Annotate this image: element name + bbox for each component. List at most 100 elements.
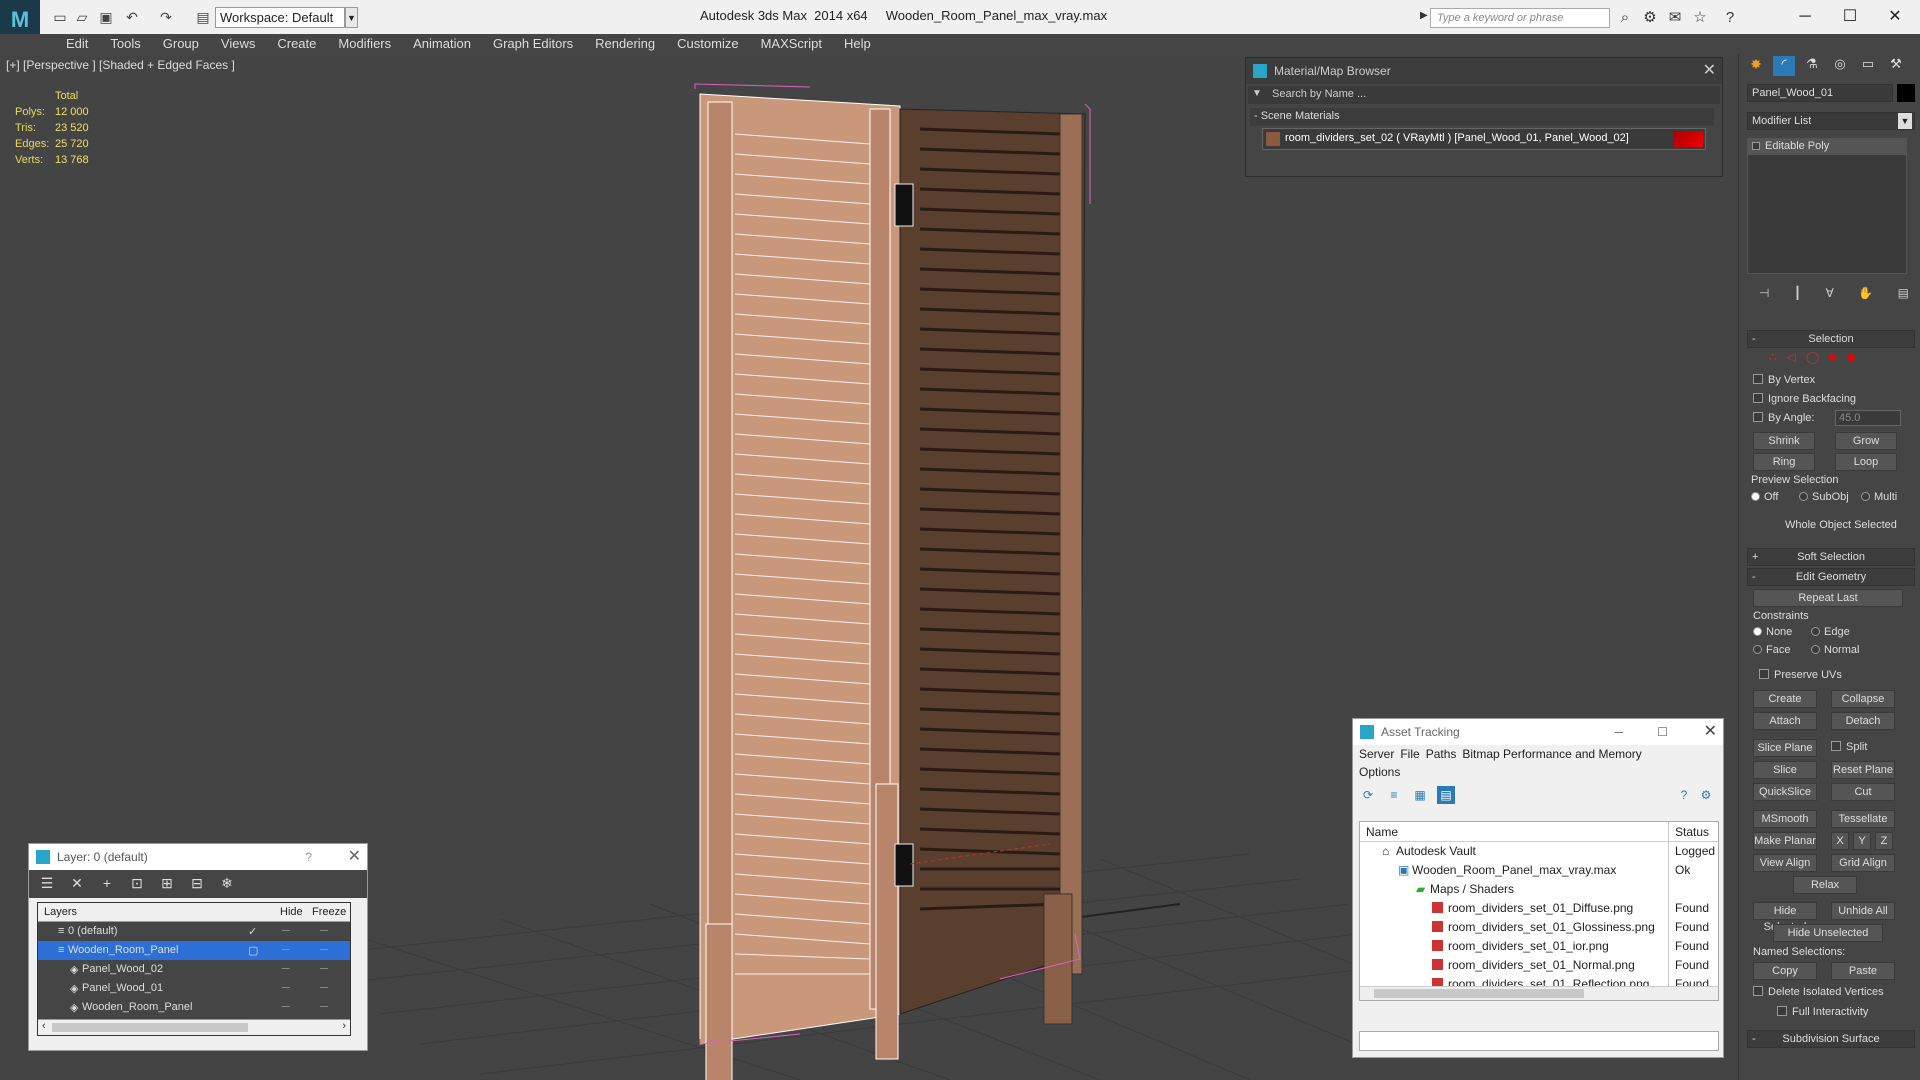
material-browser-titlebar[interactable]: Material/Map Browser ✕ xyxy=(1246,58,1722,84)
scroll-right-icon[interactable]: › xyxy=(342,1020,346,1032)
preview-subobj-radio[interactable]: SubObj xyxy=(1799,491,1849,503)
by-angle-checkbox[interactable]: By Angle: xyxy=(1753,412,1814,424)
scene-materials-header[interactable]: - Scene Materials xyxy=(1250,108,1714,126)
menu-group[interactable]: Group xyxy=(152,34,210,54)
menu-create[interactable]: Create xyxy=(266,34,327,54)
border-icon[interactable]: ◯ xyxy=(1806,350,1819,366)
layer-row[interactable]: ◈ Panel_Wood_02 ─ ─ xyxy=(38,960,350,979)
minimize-icon[interactable]: ─ xyxy=(1785,4,1825,30)
new-file-icon[interactable]: ▭ xyxy=(50,8,70,26)
object-name-field[interactable]: Panel_Wood_01 xyxy=(1747,84,1893,102)
close-icon[interactable]: ✕ xyxy=(1703,58,1716,84)
collapse-button[interactable]: Collapse xyxy=(1831,690,1895,708)
menu-help[interactable]: Help xyxy=(833,34,882,54)
freeze-toggle[interactable]: ─ xyxy=(320,944,328,956)
rollout-selection[interactable]: - Selection xyxy=(1747,330,1915,348)
workspace-dropdown[interactable]: Workspace: Default xyxy=(215,7,345,28)
hide-all-icon[interactable]: ⊟ xyxy=(187,875,207,893)
table-row[interactable]: room_dividers_set_01_Normal.png Found xyxy=(1360,956,1718,975)
hide-unselected-button[interactable]: Hide Unselected xyxy=(1773,924,1883,942)
edge-icon[interactable]: ◁ xyxy=(1787,350,1796,366)
col-layers[interactable]: Layers xyxy=(44,906,77,918)
repeat-last-button[interactable]: Repeat Last xyxy=(1753,589,1903,607)
hide-selected-button[interactable]: Hide Selected xyxy=(1753,902,1817,933)
hide-toggle[interactable]: ─ xyxy=(282,982,290,994)
col-freeze[interactable]: Freeze xyxy=(312,906,346,918)
object-color-swatch[interactable] xyxy=(1897,84,1915,102)
make-unique-icon[interactable]: ∀ xyxy=(1826,286,1834,302)
preserve-uvs-checkbox[interactable]: Preserve UVs xyxy=(1759,669,1842,681)
menu-paths[interactable]: Paths xyxy=(1426,745,1463,765)
freeze-toggle[interactable]: ─ xyxy=(320,1001,328,1013)
cut-button[interactable]: Cut xyxy=(1831,783,1895,801)
scrollbar-thumb[interactable] xyxy=(52,1023,248,1032)
slice-button[interactable]: Slice xyxy=(1753,761,1817,779)
vertex-icon[interactable]: ∴ xyxy=(1769,350,1777,366)
element-icon[interactable]: ◆ xyxy=(1847,350,1856,366)
thumbnail-view-icon[interactable]: ▦ xyxy=(1411,786,1429,804)
ignore-backfacing-checkbox[interactable]: Ignore Backfacing xyxy=(1753,393,1856,405)
menu-tools[interactable]: Tools xyxy=(99,34,151,54)
chevron-down-icon[interactable]: ▼ xyxy=(1898,113,1912,129)
layer-row[interactable]: ◈ Wooden_Room_Panel ─ ─ xyxy=(38,998,350,1017)
stack-item-editable-poly[interactable]: Editable Poly xyxy=(1748,139,1906,155)
modify-tab-icon[interactable]: ◜ xyxy=(1773,56,1795,76)
col-hide[interactable]: Hide xyxy=(280,906,303,918)
search-input[interactable]: Type a keyword or phrase xyxy=(1430,8,1610,28)
by-vertex-checkbox[interactable]: By Vertex xyxy=(1753,374,1815,386)
relax-button[interactable]: Relax xyxy=(1793,876,1857,894)
list-view-icon[interactable]: ≡ xyxy=(1385,786,1403,804)
tessellate-button[interactable]: Tessellate xyxy=(1831,810,1895,828)
scrollbar-thumb[interactable] xyxy=(1374,989,1584,998)
table-row[interactable]: room_dividers_set_01_ior.png Found xyxy=(1360,937,1718,956)
select-objects-icon[interactable]: ⊡ xyxy=(127,875,147,893)
horizontal-scrollbar[interactable] xyxy=(1360,986,1718,1000)
project-folder-icon[interactable]: ▤ xyxy=(193,8,213,26)
material-item[interactable]: room_dividers_set_02 ( VRayMtl ) [Panel_… xyxy=(1262,128,1706,150)
shrink-button[interactable]: Shrink xyxy=(1753,432,1815,450)
display-tab-icon[interactable]: ▭ xyxy=(1857,56,1879,76)
menu-options[interactable]: Options xyxy=(1353,765,1723,783)
split-checkbox[interactable]: Split xyxy=(1831,741,1867,753)
paste-button[interactable]: Paste xyxy=(1831,962,1895,980)
menu-bitmap-performance[interactable]: Bitmap Performance and Memory xyxy=(1462,745,1647,765)
copy-button[interactable]: Copy xyxy=(1753,962,1817,980)
utilities-tab-icon[interactable]: ⚒ xyxy=(1885,56,1907,76)
freeze-toggle[interactable]: ─ xyxy=(320,925,328,937)
hide-toggle[interactable]: ─ xyxy=(282,944,290,956)
layer-row-selected[interactable]: ≡ Wooden_Room_Panel ▢ ─ ─ xyxy=(38,941,350,960)
col-name[interactable]: Name xyxy=(1366,825,1398,839)
motion-tab-icon[interactable]: ◎ xyxy=(1829,56,1851,76)
menu-server[interactable]: Server xyxy=(1359,745,1400,765)
close-icon[interactable]: ✕ xyxy=(1875,4,1915,30)
expand-arrow-icon[interactable]: ▶ xyxy=(1420,10,1428,21)
freeze-toggle[interactable]: ─ xyxy=(320,982,328,994)
undo-icon[interactable]: ↶ xyxy=(122,8,142,26)
menu-animation[interactable]: Animation xyxy=(402,34,482,54)
menu-modifiers[interactable]: Modifiers xyxy=(327,34,402,54)
horizontal-scrollbar[interactable]: ‹ › xyxy=(38,1019,350,1035)
checkmark-icon[interactable]: ✓ xyxy=(248,925,257,938)
binoculars-icon[interactable]: ⌕ xyxy=(1615,8,1635,28)
hide-toggle[interactable]: ─ xyxy=(282,1001,290,1013)
freeze-toggle[interactable]: ─ xyxy=(320,963,328,975)
preview-off-radio[interactable]: Off xyxy=(1751,491,1778,503)
delete-layer-icon[interactable]: ✕ xyxy=(67,875,87,893)
table-row[interactable]: room_dividers_set_01_Glossiness.png Found xyxy=(1360,918,1718,937)
panel-wood-02[interactable] xyxy=(899,108,1086,1025)
menu-customize[interactable]: Customize xyxy=(666,34,749,54)
pin-stack-icon[interactable]: ⊣ xyxy=(1759,286,1769,302)
menu-edit[interactable]: Edit xyxy=(55,34,99,54)
save-icon[interactable]: ▣ xyxy=(96,8,116,26)
help-icon[interactable]: ? xyxy=(305,844,312,870)
freeze-all-icon[interactable]: ❄ xyxy=(217,875,237,893)
menu-graph-editors[interactable]: Graph Editors xyxy=(482,34,584,54)
unhide-all-button[interactable]: Unhide All xyxy=(1831,902,1895,920)
help-icon[interactable]: ? xyxy=(1720,8,1740,28)
highlight-layer-icon[interactable]: ⊞ xyxy=(157,875,177,893)
redo-icon[interactable]: ↷ xyxy=(156,8,176,26)
subscription-icon[interactable]: ⚙ xyxy=(1640,8,1660,28)
detach-button[interactable]: Detach xyxy=(1831,712,1895,730)
attach-button[interactable]: Attach xyxy=(1753,712,1817,730)
maximize-icon[interactable]: ☐ xyxy=(1830,4,1870,30)
